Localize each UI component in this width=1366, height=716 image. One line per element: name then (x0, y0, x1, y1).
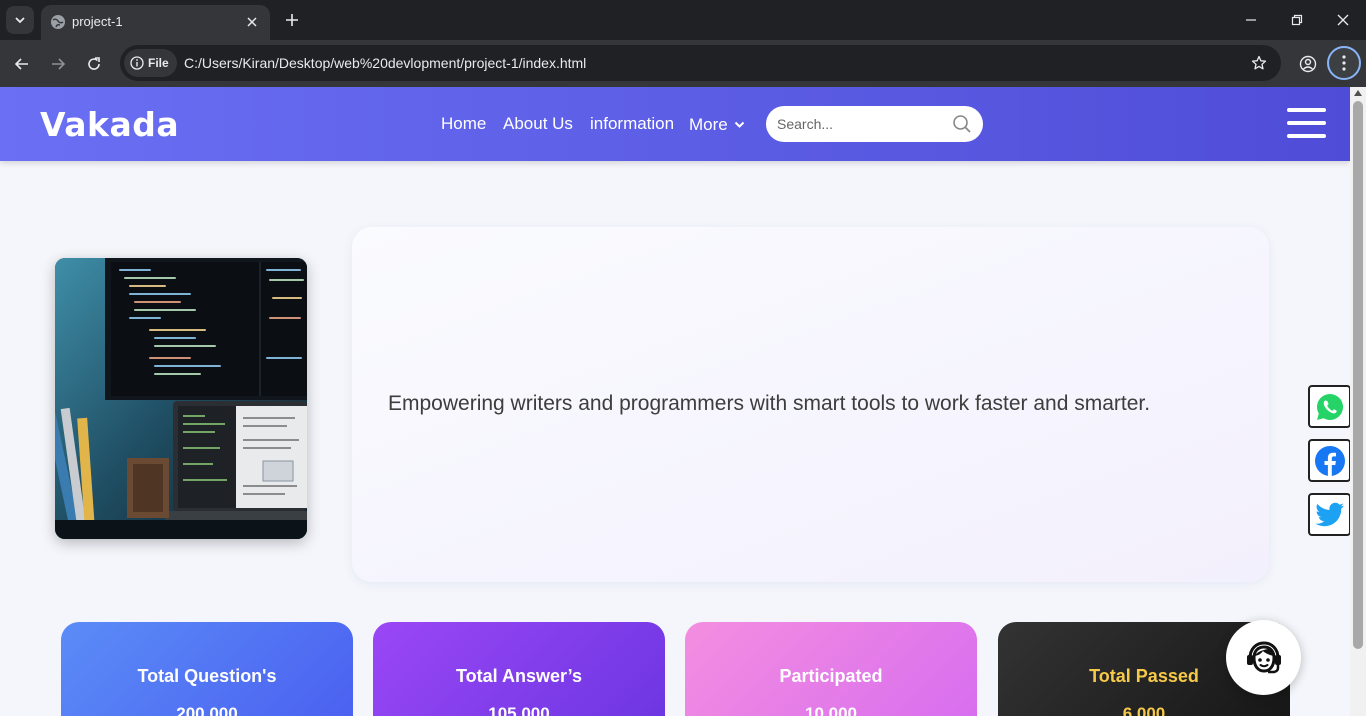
site-search (766, 106, 983, 142)
nav-more-dropdown[interactable]: More (689, 115, 745, 135)
minimize-button[interactable] (1238, 8, 1264, 32)
new-tab-button[interactable] (280, 8, 304, 32)
tab-title: project-1 (72, 14, 123, 29)
hamburger-bar (1287, 121, 1326, 125)
close-window-button[interactable] (1330, 8, 1356, 32)
stat-title: Participated (779, 666, 883, 686)
facebook-icon (1314, 445, 1345, 476)
stat-title: Total Question's (137, 666, 277, 686)
page-scrollbar[interactable] (1350, 87, 1366, 716)
browser-tab[interactable]: project-1 (41, 5, 270, 40)
more-vertical-icon (1342, 55, 1346, 71)
browser-tab-bar: project-1 (0, 0, 1366, 40)
stat-value: 200,000 (176, 704, 238, 716)
arrow-right-icon (52, 58, 66, 70)
restore-button[interactable] (1284, 8, 1310, 32)
search-input[interactable] (777, 114, 947, 134)
search-icon[interactable] (952, 114, 972, 134)
nav-more-label: More (689, 115, 728, 134)
reload-button[interactable] (80, 50, 108, 78)
whatsapp-button[interactable] (1308, 385, 1351, 428)
tab-search-dropdown-button[interactable] (6, 6, 34, 34)
hamburger-bar (1287, 108, 1326, 112)
stat-value: 6,000 (1122, 704, 1166, 716)
profile-icon (1299, 55, 1317, 73)
page-viewport: Vakada Home About Us information More Se… (0, 87, 1366, 716)
stat-title: Total Answer’s (455, 666, 583, 686)
twitter-button[interactable] (1308, 493, 1351, 536)
stat-card-answers: Total Answer’s 105,000 (373, 622, 665, 716)
minimize-icon (1246, 19, 1256, 21)
profile-button[interactable] (1296, 52, 1320, 76)
hero-image (55, 258, 307, 539)
coding-setup-illustration (55, 258, 307, 539)
nav-home-link[interactable]: Home (441, 114, 486, 134)
chat-assistant-button[interactable] (1226, 620, 1301, 695)
chevron-down-icon (15, 17, 25, 24)
whatsapp-icon (1316, 393, 1343, 420)
facebook-button[interactable] (1308, 439, 1351, 482)
hamburger-menu-button[interactable] (1287, 108, 1326, 138)
arrow-left-icon (14, 58, 28, 70)
tab-close-button[interactable] (242, 12, 262, 32)
address-bar[interactable]: File C:/Users/Kiran/Desktop/web%20devlop… (120, 45, 1281, 81)
forward-button[interactable] (44, 50, 72, 78)
hamburger-bar (1287, 134, 1326, 138)
restore-icon (1291, 14, 1303, 26)
site-info-label: File (148, 56, 169, 70)
nav-about-link[interactable]: About Us (503, 114, 573, 134)
scroll-up-arrow[interactable] (1354, 90, 1362, 96)
star-icon (1251, 55, 1267, 70)
back-button[interactable] (8, 50, 36, 78)
browser-toolbar: File C:/Users/Kiran/Desktop/web%20devlop… (0, 40, 1366, 87)
site-logo[interactable]: Vakada (40, 105, 179, 144)
site-header: Vakada Home About Us information More (0, 87, 1350, 161)
reload-icon (88, 57, 100, 70)
browser-menu-button[interactable] (1327, 46, 1361, 80)
close-icon (1337, 14, 1349, 26)
info-icon (130, 56, 144, 70)
hero-tagline: Empowering writers and programmers with … (388, 392, 1151, 415)
stat-value: 105,000 (488, 704, 550, 716)
support-agent-icon (1246, 640, 1281, 673)
bookmark-button[interactable] (1249, 53, 1269, 73)
stat-card-participated: Participated 10,000 (685, 622, 977, 716)
nav-information-link[interactable]: information (590, 114, 674, 134)
scrollbar-thumb[interactable] (1353, 101, 1363, 649)
stat-value: 10,000 (805, 704, 857, 716)
globe-icon (51, 15, 65, 29)
site-info-chip[interactable]: File (124, 49, 177, 77)
plus-icon (286, 14, 298, 26)
twitter-icon (1314, 502, 1344, 526)
hero-card: Empowering writers and programmers with … (352, 227, 1269, 582)
chevron-down-icon (734, 121, 744, 128)
stat-card-questions: Total Question's 200,000 (61, 622, 353, 716)
close-icon (247, 17, 257, 27)
url-text: C:/Users/Kiran/Desktop/web%20devlopment/… (184, 55, 587, 71)
